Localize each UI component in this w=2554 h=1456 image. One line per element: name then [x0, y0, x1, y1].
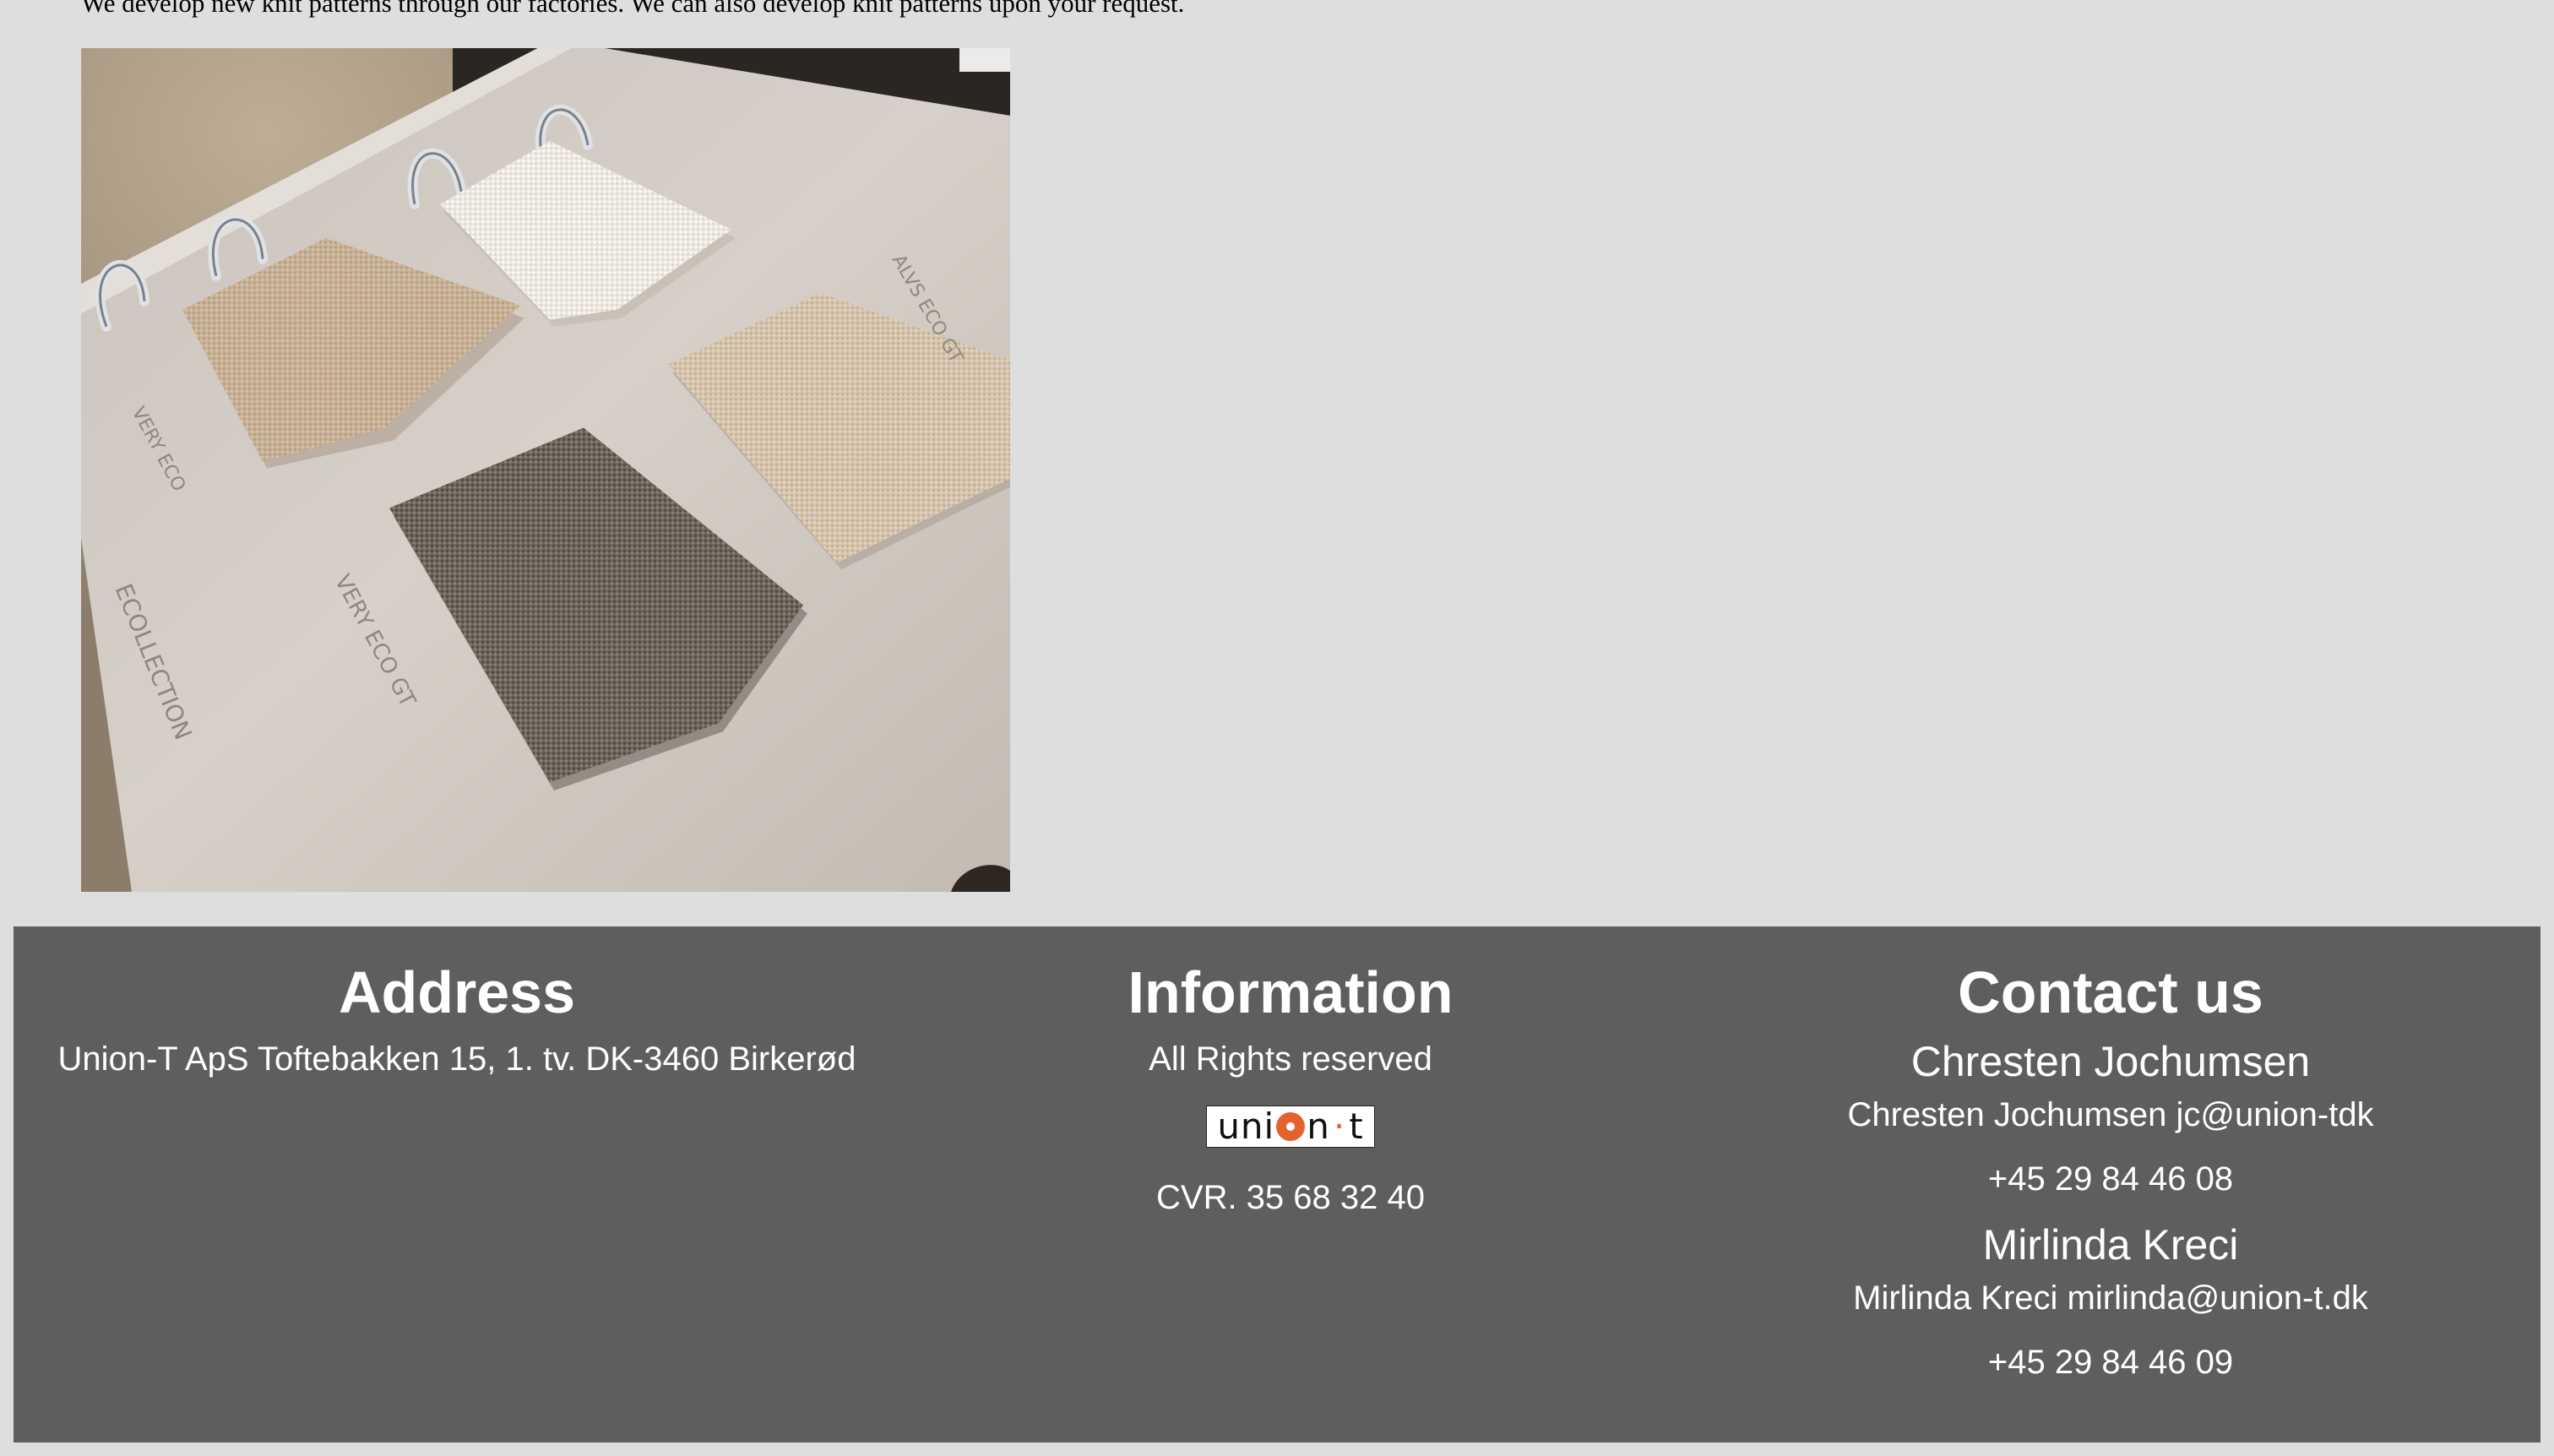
logo-text-prefix: uni	[1217, 1106, 1275, 1147]
logo-text-middle: n	[1307, 1106, 1330, 1147]
contact-email[interactable]: Mirlinda Kreci mirlinda@union-t.dk	[1681, 1278, 2540, 1318]
rights-text: All Rights reserved	[1149, 1040, 1432, 1078]
contact-email[interactable]: Chresten Jochumsen jc@union-tdk	[1681, 1095, 2540, 1135]
information-heading: Information	[1128, 959, 1454, 1025]
contact-name: Chresten Jochumsen	[1910, 1038, 2311, 1085]
cvr-text: CVR. 35 68 32 40	[1156, 1179, 1425, 1216]
union-t-logo: uni n · t	[1206, 1106, 1375, 1148]
address-heading: Address	[338, 959, 576, 1025]
contact-phone[interactable]: +45 29 84 46 09	[1681, 1342, 2540, 1383]
logo-text-suffix: t	[1349, 1106, 1364, 1147]
contact-phone[interactable]: +45 29 84 46 08	[1681, 1159, 2540, 1199]
logo-o-circle-icon	[1276, 1112, 1306, 1141]
site-footer: Address Union-T ApS Toftebakken 15, 1. t…	[14, 926, 2540, 1442]
logo-dot-icon: ·	[1333, 1106, 1346, 1147]
contact-name: Mirlinda Kreci	[1982, 1221, 2239, 1269]
address-text: Union-T ApS Toftebakken 15, 1. tv. DK-34…	[57, 1040, 856, 1078]
intro-text: We develop new knit patterns through our…	[81, 0, 1185, 18]
knit-sample-book-photo: VERY ECO ALVS ECO GT VERY ECO GT ECOLLEC…	[81, 48, 1010, 892]
contact-heading: Contact us	[1958, 959, 2263, 1025]
